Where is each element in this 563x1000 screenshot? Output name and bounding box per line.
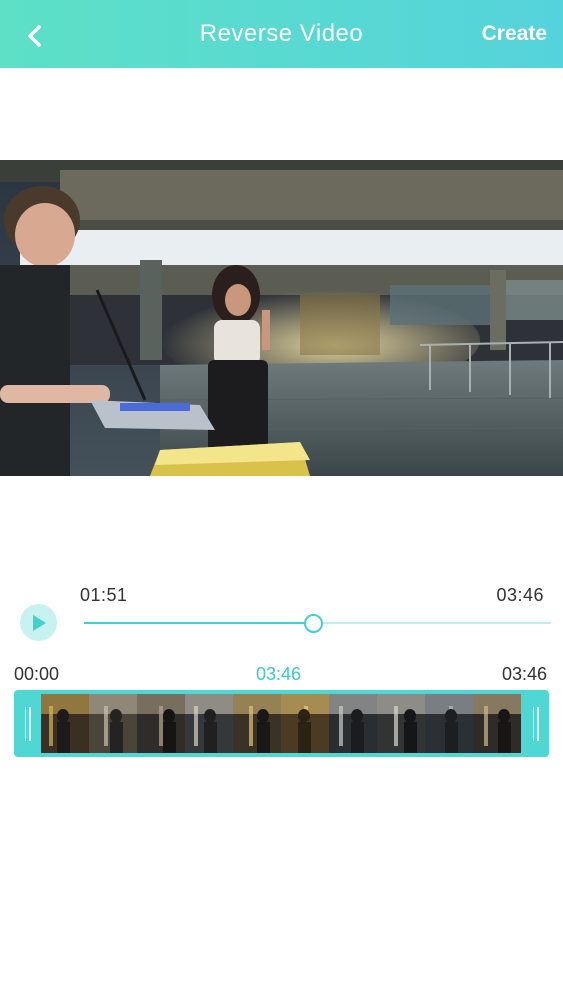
trim-selection-duration: 03:46 [256,664,302,684]
grip-icon [532,706,539,741]
video-frame-image [0,160,563,476]
filmstrip-frames [41,694,521,753]
grip-icon [24,706,31,741]
filmstrip-thumbnail [329,694,377,753]
nav-bar: Reverse Video Create [0,0,563,68]
filmstrip-thumbnail [185,694,233,753]
trim-start-time: 00:00 [14,664,60,684]
filmstrip-thumbnail [281,694,329,753]
video-preview[interactable] [0,160,563,476]
trim-end-time: 03:46 [501,664,547,684]
playback-slider-thumb[interactable] [304,614,323,633]
trim-filmstrip[interactable] [14,690,549,757]
filmstrip-thumbnail [473,694,521,753]
page-title: Reverse Video [199,20,364,47]
filmstrip-thumbnail [425,694,473,753]
playback-slider[interactable] [84,614,551,633]
filmstrip-thumbnail [377,694,425,753]
filmstrip-thumbnail [233,694,281,753]
total-time: 03:46 [496,585,544,605]
play-button[interactable] [20,604,57,641]
trim-start-handle[interactable] [14,690,41,757]
filmstrip-thumbnail [137,694,185,753]
playback-progress [84,622,313,624]
filmstrip-thumbnail [89,694,137,753]
filmstrip-thumbnail [41,694,89,753]
create-button[interactable]: Create [482,0,547,68]
trim-end-handle[interactable] [522,690,549,757]
play-icon [32,614,46,631]
current-time: 01:51 [80,585,128,605]
